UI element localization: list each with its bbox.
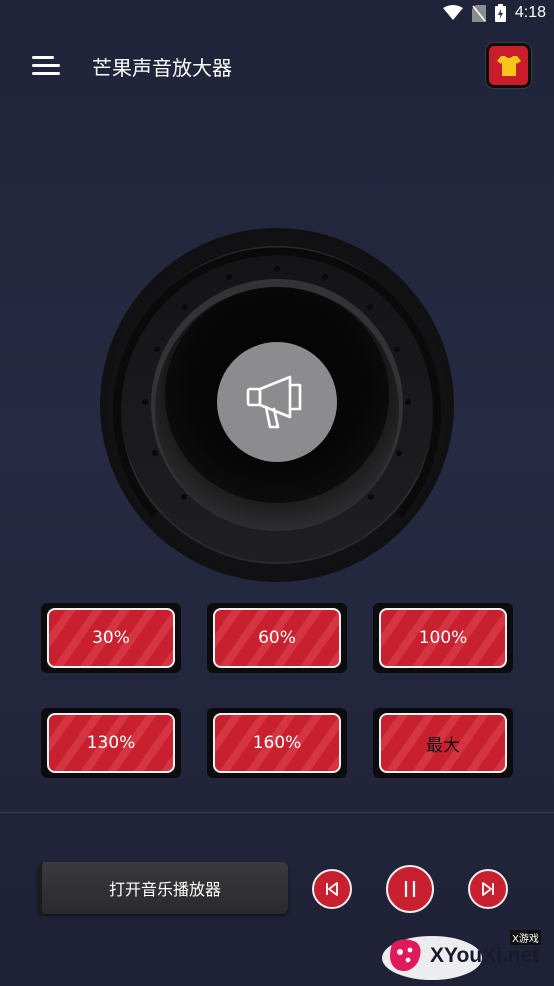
wifi-icon	[442, 5, 463, 20]
amplifier-dial[interactable]	[99, 227, 455, 583]
megaphone-icon	[246, 375, 302, 429]
boost-130-button[interactable]: 130%	[47, 713, 175, 773]
app-title: 芒果声音放大器	[92, 56, 232, 80]
tshirt-icon	[496, 55, 521, 76]
status-time: 4:18	[514, 4, 546, 21]
status-bar: 4:18	[0, 0, 554, 30]
boost-label: 130%	[86, 733, 136, 753]
skip-next-icon	[482, 882, 494, 896]
megaphone-button[interactable]	[217, 342, 337, 462]
boost-label: 100%	[418, 628, 468, 648]
open-music-player-button[interactable]: 打开音乐播放器	[38, 862, 288, 914]
watermark-small: X游戏	[510, 930, 541, 945]
hamburger-menu-icon[interactable]	[30, 52, 62, 80]
previous-button[interactable]	[312, 869, 352, 909]
divider	[0, 812, 554, 813]
boost-max-button[interactable]: 最大	[379, 713, 507, 773]
open-music-player-label: 打开音乐播放器	[108, 880, 221, 899]
theme-button[interactable]	[486, 43, 531, 88]
pause-icon	[404, 881, 416, 897]
battery-charging-icon	[494, 4, 506, 22]
boost-cell-100: 100%	[373, 603, 513, 673]
boost-30-button[interactable]: 30%	[47, 608, 175, 668]
boost-cell-130: 130%	[41, 708, 181, 778]
status-icons: 4:18	[442, 4, 546, 22]
boost-label: 60%	[258, 628, 296, 648]
boost-cell-30: 30%	[41, 603, 181, 673]
boost-label: 30%	[92, 628, 130, 648]
boost-cell-max: 最大	[373, 708, 513, 778]
boost-60-button[interactable]: 60%	[213, 608, 341, 668]
skip-previous-icon	[326, 882, 338, 896]
watermark: X游戏 XYouXi.net	[380, 928, 550, 982]
boost-160-button[interactable]: 160%	[213, 713, 341, 773]
boost-label: 最大	[426, 735, 460, 756]
pause-button[interactable]	[386, 865, 434, 913]
watermark-text: XYouXi.net	[430, 944, 540, 967]
boost-cell-160: 160%	[207, 708, 347, 778]
boost-label: 160%	[252, 733, 302, 753]
boost-cell-60: 60%	[207, 603, 347, 673]
no-sim-icon	[471, 4, 486, 22]
next-button[interactable]	[468, 869, 508, 909]
boost-100-button[interactable]: 100%	[379, 608, 507, 668]
